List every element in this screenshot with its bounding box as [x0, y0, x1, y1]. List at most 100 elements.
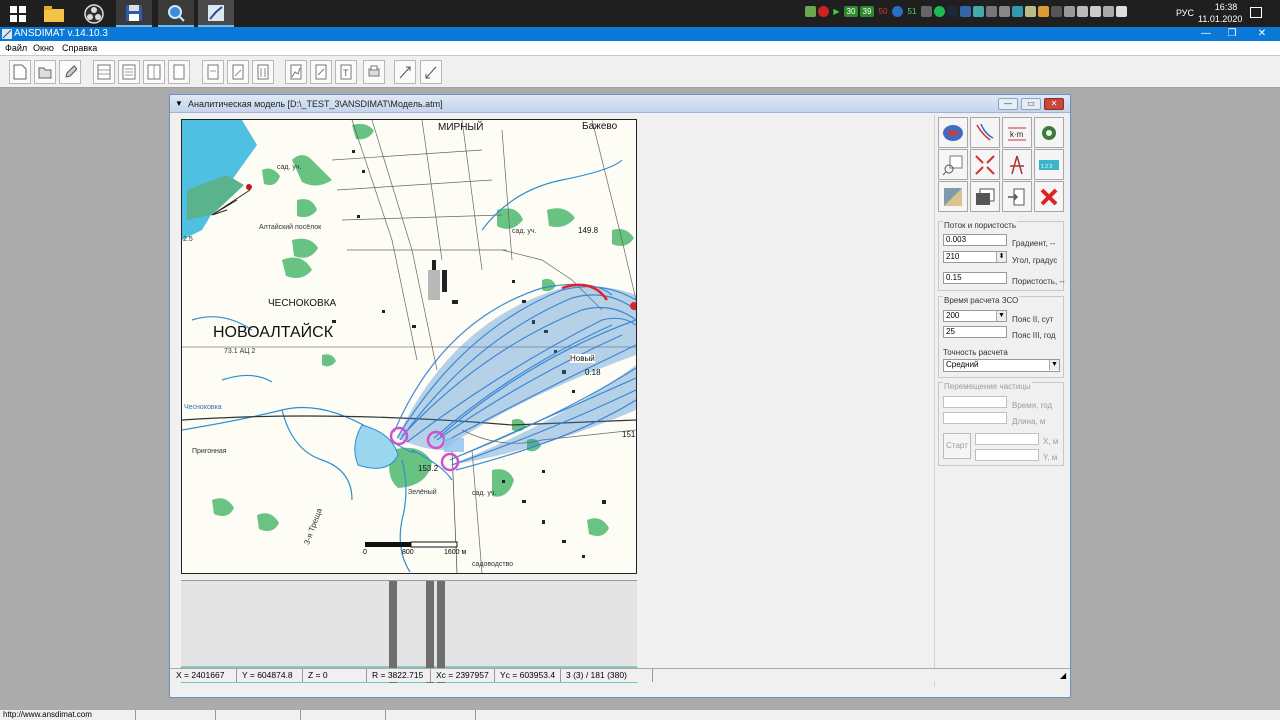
- zoom-icon[interactable]: [938, 149, 968, 180]
- spotify-tray-icon[interactable]: [934, 6, 945, 17]
- magnifier-app-icon[interactable]: [158, 0, 194, 27]
- streamlines-icon[interactable]: [970, 117, 1000, 148]
- particle-x-input[interactable]: [975, 433, 1039, 445]
- resize-grip-icon[interactable]: ◢: [1057, 669, 1066, 682]
- wifi-tray-icon[interactable]: [1103, 6, 1114, 17]
- file-explorer-icon[interactable]: [36, 0, 72, 27]
- accuracy-select[interactable]: Средний ▼: [943, 359, 1060, 372]
- chevron-down-icon[interactable]: ▼: [1049, 360, 1059, 370]
- usb-tray-icon[interactable]: [1077, 6, 1088, 17]
- child-title: Аналитическая модель [D:\_TEST_3\ANSDIMA…: [188, 99, 443, 109]
- zso-group-title: Время расчета ЗСО: [943, 296, 1020, 305]
- globe-tray-icon[interactable]: [892, 6, 903, 17]
- chart-tray-icon[interactable]: [973, 6, 984, 17]
- particle-time-input[interactable]: [943, 396, 1007, 408]
- menu-help[interactable]: Справка: [62, 41, 97, 55]
- minimize-button[interactable]: —: [1196, 27, 1216, 41]
- save-disk-icon[interactable]: [116, 0, 152, 27]
- menu-window[interactable]: Окно: [33, 41, 54, 55]
- sync-tray-icon[interactable]: [1012, 6, 1023, 17]
- tools-tray-icon[interactable]: [1064, 6, 1075, 17]
- website-link[interactable]: http://www.ansdimat.com: [3, 710, 92, 720]
- ruler-icon[interactable]: 1 2 3: [1034, 149, 1064, 180]
- app-statusbar: http://www.ansdimat.com: [0, 709, 1280, 720]
- counter-tray-2[interactable]: 39: [860, 6, 874, 17]
- expand-icon[interactable]: [394, 60, 416, 84]
- angle-input[interactable]: 210 ⬍: [943, 251, 1007, 263]
- obs-studio-icon[interactable]: [76, 0, 112, 27]
- windows-start-icon[interactable]: [0, 0, 36, 27]
- k-m-icon[interactable]: k·m: [1002, 117, 1032, 148]
- list-icon[interactable]: [118, 60, 140, 84]
- columns-icon[interactable]: [252, 60, 274, 84]
- counter-tray-1[interactable]: 30: [844, 6, 858, 17]
- open-folder-icon[interactable]: [34, 60, 56, 84]
- opera-tray-icon[interactable]: [818, 6, 829, 17]
- status-yc: Yc = 603953.4: [497, 669, 561, 682]
- shrink-arrows-icon[interactable]: [970, 149, 1000, 180]
- belt2-select[interactable]: 200 ▼: [943, 310, 1007, 322]
- clock-time[interactable]: 16:38: [1210, 2, 1242, 12]
- steam-tray-icon[interactable]: [947, 6, 958, 17]
- status-separator: [215, 710, 216, 720]
- window-menu-icon[interactable]: ▼: [175, 95, 183, 113]
- counter-tray-4[interactable]: 51: [905, 6, 919, 17]
- keyboard-tray-icon[interactable]: [921, 6, 932, 17]
- map-label-153: 153.2: [418, 464, 439, 473]
- gradient-input[interactable]: 0.003: [943, 234, 1007, 246]
- export-icon[interactable]: [310, 60, 332, 84]
- delete-icon[interactable]: [1034, 181, 1064, 212]
- page-icon[interactable]: [227, 60, 249, 84]
- surface-icon[interactable]: [938, 181, 968, 212]
- grid-icon[interactable]: [143, 60, 165, 84]
- map-label-018: 0.18: [585, 368, 601, 377]
- chevron-down-icon[interactable]: ▼: [996, 311, 1006, 321]
- cross-section-profile[interactable]: [180, 580, 638, 684]
- table-icon[interactable]: [93, 60, 115, 84]
- notifications-icon[interactable]: [1250, 7, 1262, 18]
- particle-length-input[interactable]: [943, 412, 1007, 424]
- import-icon[interactable]: [1002, 181, 1032, 212]
- print-icon[interactable]: [363, 60, 385, 84]
- child-minimize-button[interactable]: —: [998, 98, 1018, 110]
- text-icon[interactable]: T: [335, 60, 357, 84]
- network-tray-icon[interactable]: [999, 6, 1010, 17]
- gamepad-tray-icon[interactable]: [986, 6, 997, 17]
- volume-tray-icon[interactable]: [1116, 6, 1127, 17]
- topographic-map[interactable]: МИРНЫЙ Бажево ЧЕСНОКОВКА НОВОАЛТАЙСК Алт…: [181, 119, 637, 574]
- menu-file[interactable]: Файл: [5, 41, 27, 55]
- child-close-button[interactable]: ✕: [1044, 98, 1064, 110]
- graph-icon[interactable]: [285, 60, 307, 84]
- belt3-input[interactable]: 25: [943, 326, 1007, 338]
- shield-tray-icon[interactable]: [805, 6, 816, 17]
- new-doc-icon[interactable]: [9, 60, 31, 84]
- spin-icon[interactable]: ⬍: [996, 252, 1006, 262]
- belt3-label: Пояс III, год: [1012, 331, 1056, 340]
- emoji-tray-icon[interactable]: [1038, 6, 1049, 17]
- doc-icon[interactable]: [168, 60, 190, 84]
- clock-date[interactable]: 11.01.2020: [1198, 14, 1242, 24]
- close-button[interactable]: ✕: [1252, 27, 1272, 41]
- input-language[interactable]: РУС: [1176, 8, 1194, 18]
- angle-label: Угол, градус: [1012, 256, 1058, 265]
- start-button[interactable]: Старт: [943, 433, 971, 459]
- particle-y-input[interactable]: [975, 449, 1039, 461]
- shrink-icon[interactable]: [420, 60, 442, 84]
- box-tray-icon[interactable]: [1025, 6, 1036, 17]
- wells-tower-icon[interactable]: [1002, 149, 1032, 180]
- edit-icon[interactable]: [59, 60, 81, 84]
- layers-icon[interactable]: [970, 181, 1000, 212]
- counter-tray-3[interactable]: 50: [876, 6, 890, 17]
- play-tray-icon[interactable]: ▶: [831, 6, 842, 17]
- ansdimat-app-icon[interactable]: [198, 0, 234, 27]
- cat-tray-icon[interactable]: [1051, 6, 1062, 17]
- map-wells-icon[interactable]: [938, 117, 968, 148]
- child-maximize-button[interactable]: ▭: [1021, 98, 1041, 110]
- porosity-input[interactable]: 0.15: [943, 272, 1007, 284]
- doc-alt-icon[interactable]: [202, 60, 224, 84]
- battery-tray-icon[interactable]: [1090, 6, 1101, 17]
- settings-icon[interactable]: [1034, 117, 1064, 148]
- map-label-novoaltaysk: НОВОАЛТАЙСК: [213, 324, 334, 341]
- restore-button[interactable]: ❐: [1222, 27, 1242, 41]
- monitor-tray-icon[interactable]: [960, 6, 971, 17]
